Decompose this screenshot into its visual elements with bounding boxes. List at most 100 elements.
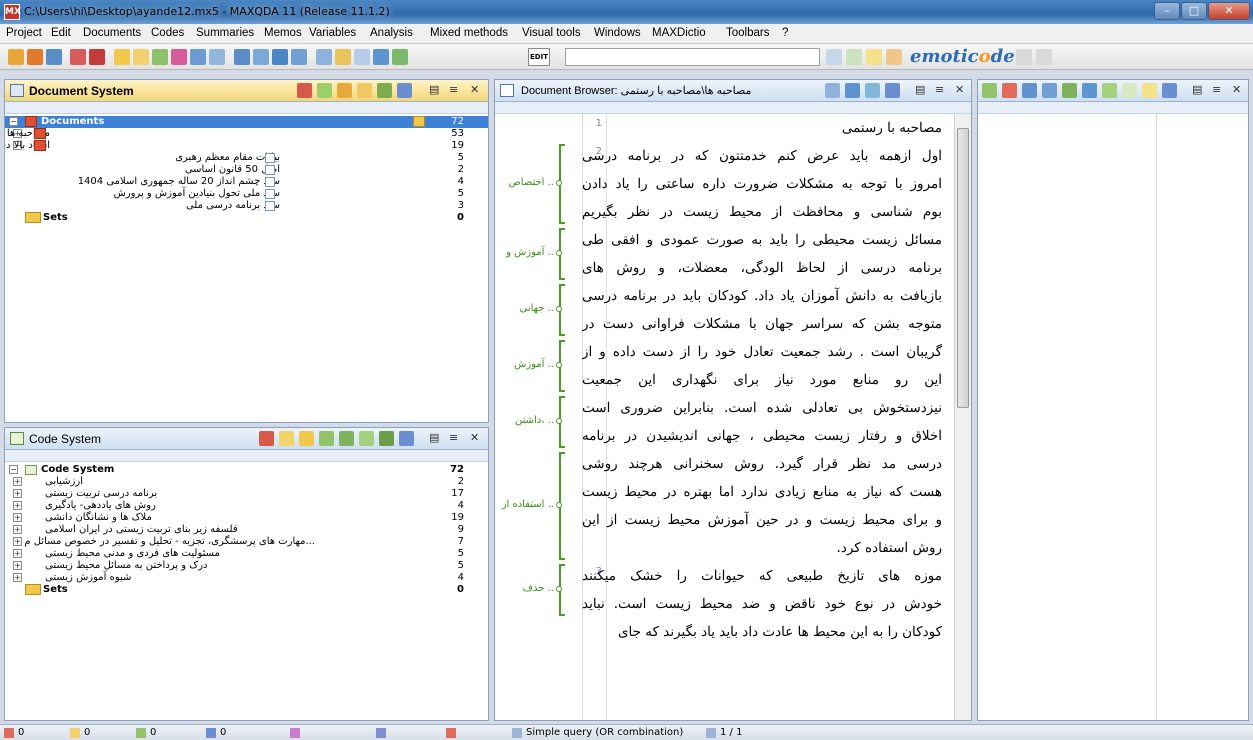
coding-stripe-label[interactable]: اختصاص .. — [509, 177, 554, 188]
coding-stripe-node[interactable] — [556, 418, 562, 424]
status-activation-icon[interactable] — [290, 728, 300, 738]
code-icon[interactable] — [846, 49, 862, 65]
window-doc-system-icon[interactable] — [316, 49, 332, 65]
text-line[interactable]: برنامه درسی از لحاظ الودگی، معضلات، و رو… — [582, 254, 942, 282]
menu-visual-tools[interactable]: Visual tools — [522, 27, 581, 39]
dropdown-icon[interactable] — [826, 49, 842, 65]
retrieved-code-icon[interactable] — [982, 83, 997, 98]
retrieved-code-alt-icon[interactable] — [1122, 83, 1137, 98]
code-selector-input[interactable] — [565, 48, 820, 66]
tree-row-code[interactable]: + مسئولیت های فردی و مدنی محیط زیستی 5 — [5, 548, 488, 560]
codes-minimize-icon[interactable]: ≡ — [449, 431, 458, 444]
codes-float-icon[interactable]: ▤ — [429, 431, 439, 444]
ruler-icon[interactable] — [1016, 49, 1032, 65]
tree-row-document[interactable]: −اسناد بالا دستی19 — [5, 140, 488, 152]
tree-row-code[interactable]: + فلسفه زیر بنای تربیت زیستی در ایران اسل… — [5, 524, 488, 536]
expand-icon[interactable]: + — [13, 501, 22, 510]
retrieve-icon[interactable] — [152, 49, 168, 65]
browser-close-icon[interactable]: ✕ — [955, 83, 964, 96]
grid-icon[interactable] — [234, 49, 250, 65]
retrieved-export-icon[interactable] — [1002, 83, 1017, 98]
text-line[interactable]: نیزدستخوش بی تعادلی شده است. بنابراین ضر… — [582, 394, 942, 422]
import-icon[interactable] — [46, 49, 62, 65]
menu-summaries[interactable]: Summaries — [196, 27, 254, 39]
menu-variables[interactable]: Variables — [309, 27, 356, 39]
coding-stripe-label[interactable]: حذف .. — [523, 583, 554, 594]
text-line[interactable]: اخلاق و رفتار زیست محیطی ، جهانی اندیشید… — [582, 422, 942, 450]
text-line[interactable]: بوم شناسی و محافظت از محیط زیست در نظر ب… — [582, 198, 942, 226]
expand-icon[interactable]: + — [13, 537, 22, 546]
tree-row-document[interactable]: سند برنامه درسی ملی 3 — [5, 200, 488, 212]
color-code-icon[interactable] — [886, 49, 902, 65]
menu-codes[interactable]: Codes — [151, 27, 184, 39]
edit-mode-toggle[interactable]: EDIT — [528, 48, 550, 66]
coding-stripe-label[interactable]: استفاده از .. — [502, 499, 554, 510]
menu-analysis[interactable]: Analysis — [370, 27, 413, 39]
coding-stripe-label[interactable]: جهانی .. — [519, 303, 554, 314]
tree-row-code[interactable]: + برنامه درسی تربیت زیستی 17 — [5, 488, 488, 500]
tree-row-documents-root[interactable]: − Documents 72 — [5, 116, 488, 128]
menu-project[interactable]: Project — [6, 27, 42, 39]
tree-row-code[interactable]: + درک و پرداختن به مسائل محیط زیستی 5 — [5, 560, 488, 572]
collapse-icon[interactable]: − — [9, 465, 18, 474]
text-line[interactable]: گریبان است . رشد جمعیت تعادل خود را از د… — [582, 338, 942, 366]
codes-close-icon[interactable]: ✕ — [470, 431, 479, 444]
document-text-area[interactable]: مصاحبه با رستمی اول ازهمه باید عرض کنم خد… — [582, 114, 954, 720]
scissors-icon[interactable] — [89, 49, 105, 65]
tree-row-document[interactable]: اصل 50 قانون اساسی2 — [5, 164, 488, 176]
codes-map-icon[interactable] — [379, 431, 394, 446]
menu-edit[interactable]: Edit — [51, 27, 71, 39]
new-project-icon[interactable] — [8, 49, 24, 65]
menu-toolbars[interactable]: Toolbars — [726, 27, 769, 39]
highlight-icon[interactable] — [866, 49, 882, 65]
expand-icon[interactable]: + — [13, 561, 22, 570]
close-button[interactable]: ✕ — [1208, 2, 1250, 20]
browser-float-icon[interactable]: ▤ — [915, 83, 925, 96]
folder-icon[interactable] — [114, 49, 130, 65]
tree-row-doc-sets[interactable]: Sets 0 — [5, 212, 488, 224]
text-line[interactable]: متوجه بشن که سراسر جهان با مشکلات فراوان… — [582, 310, 942, 338]
open-project-icon[interactable] — [27, 49, 43, 65]
codes-new-icon[interactable] — [319, 431, 334, 446]
minimize-button[interactable]: – — [1154, 2, 1180, 20]
tree-row-code[interactable]: + ...مهارت های پرسشگری، تجزیه - تحلیل و ت… — [5, 536, 488, 548]
search-icon[interactable] — [133, 49, 149, 65]
text-line[interactable]: خودش در نوع خود ناقض و ضد محیط زیست است.… — [582, 590, 942, 618]
tree-row-document[interactable]: + مصاحبه ها 53 — [5, 128, 488, 140]
browser-scroll-thumb[interactable] — [957, 128, 969, 408]
maximize-button[interactable]: □ — [1181, 2, 1207, 20]
status-weight-icon[interactable] — [376, 728, 386, 738]
code-matrix-icon[interactable] — [190, 49, 206, 65]
window-retrieved-icon[interactable] — [373, 49, 389, 65]
menu-documents[interactable]: Documents — [83, 27, 141, 39]
tree-row-document[interactable]: بیانات مقام معظم رهبری 5 — [5, 152, 488, 164]
expand-icon[interactable]: + — [13, 525, 22, 534]
menu-windows[interactable]: Windows — [594, 27, 641, 39]
text-line[interactable]: درسی مد نظر قرار گیرد. روش سخنرانی هرچند… — [582, 450, 942, 478]
tree-row-document[interactable]: سند چشم انداز 20 ساله جمهوری اسلامی 1404… — [5, 176, 488, 188]
text-line[interactable]: امروز با توجه به مشکلات ضرورت داره ساعتی… — [582, 170, 942, 198]
expand-icon[interactable]: + — [13, 513, 22, 522]
tree-row-code-system-root[interactable]: − Code System 72 — [5, 464, 488, 476]
window-browser-icon[interactable] — [354, 49, 370, 65]
docs-memo-icon[interactable] — [357, 83, 372, 98]
retrieved-table-icon[interactable] — [1042, 83, 1057, 98]
codes-memo-icon[interactable] — [279, 431, 294, 446]
coding-stripe-node[interactable] — [556, 180, 562, 186]
tree-row-code-sets[interactable]: Sets 0 — [5, 584, 488, 596]
text-line[interactable]: و برای محیط زیست و در حین آموزش محیط زیس… — [582, 506, 942, 534]
docs-minimize-icon[interactable]: ≡ — [449, 83, 458, 96]
retrieved-doc-icon[interactable] — [1082, 83, 1097, 98]
retrieved-highlight-icon[interactable] — [1142, 83, 1157, 98]
retrieved-close-icon[interactable]: ✕ — [1232, 83, 1241, 96]
coding-stripe-label[interactable]: آموزش .. — [514, 359, 554, 370]
browser-print-icon[interactable] — [825, 83, 840, 98]
coding-stripe-node[interactable] — [556, 250, 562, 256]
menu-mixed-methods[interactable]: Mixed methods — [430, 27, 508, 39]
coding-stripe-node[interactable] — [556, 306, 562, 312]
coding-stripe-label[interactable]: داشتن، .. — [515, 415, 554, 426]
browser-minimize-icon[interactable]: ≡ — [935, 83, 944, 96]
ruler-alt-icon[interactable] — [1036, 49, 1052, 65]
coding-stripe-node[interactable] — [556, 362, 562, 368]
emoticode-logo[interactable]: emoticode — [910, 46, 1015, 67]
